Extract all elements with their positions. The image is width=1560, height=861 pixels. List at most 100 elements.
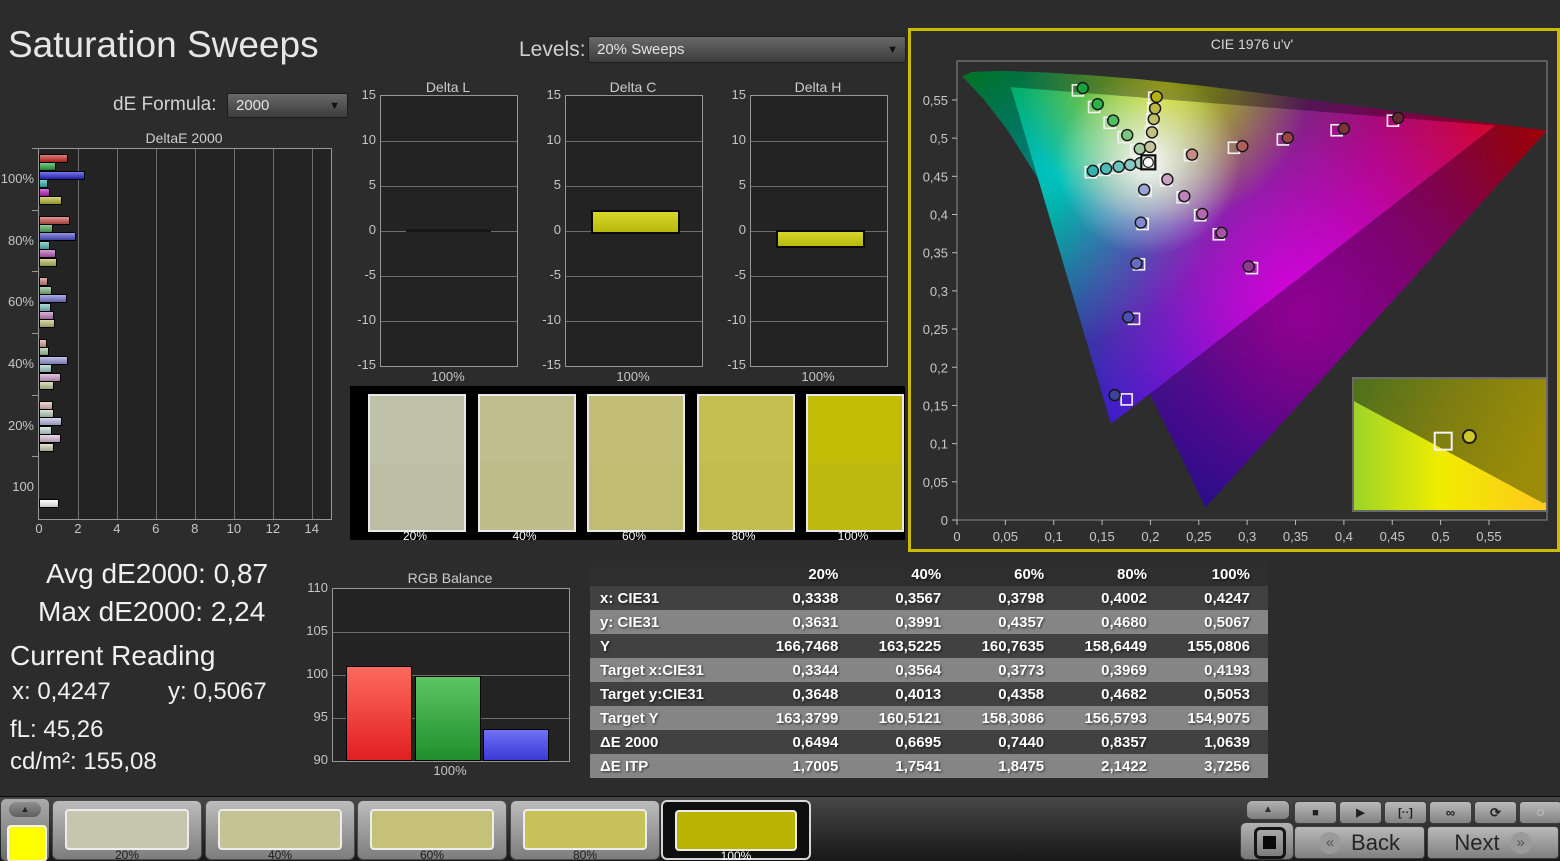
results-table: 20% 40% 60% 80% 100% x: CIE31 0,3338 0,3567 0,37… xyxy=(590,562,1268,778)
x-tick-label: 0,5 xyxy=(1432,529,1450,544)
patch-button-100[interactable]: 100% xyxy=(661,800,811,861)
target-swatch xyxy=(698,463,793,530)
table-cell: 155,0806 xyxy=(1165,634,1268,658)
levels-dropdown[interactable]: 20% Sweeps ▼ xyxy=(588,36,906,63)
swatch-strip: Actual Target 20%40%60%80%100% xyxy=(350,386,905,543)
fl-value: fL: 45,26 xyxy=(10,716,104,743)
target-swatch xyxy=(370,463,464,530)
gridline xyxy=(77,149,79,519)
refresh-button[interactable]: ⟳ xyxy=(1474,801,1517,824)
de-formula-dropdown[interactable]: 2000 ▼ xyxy=(227,93,348,118)
cie-measured-marker-red xyxy=(1236,139,1249,153)
table-cell: 0,4357 xyxy=(959,610,1063,634)
deltae-bar xyxy=(39,442,54,452)
next-button[interactable]: Next » xyxy=(1427,826,1559,859)
table-cell: 0,6494 xyxy=(753,730,857,754)
rgb-balance-title: RGB Balance xyxy=(407,570,493,586)
table-cell: 0,4358 xyxy=(959,682,1063,706)
patch-button-40[interactable]: 40% xyxy=(205,800,355,861)
table-row: x: CIE31 0,3338 0,3567 0,3798 0,4002 0,4247 xyxy=(590,586,1268,610)
gridline xyxy=(333,632,569,633)
stop-button[interactable]: ■ xyxy=(1294,801,1337,824)
expand-up-icon[interactable]: ▲ xyxy=(9,802,41,817)
x-axis-label: 100% xyxy=(616,369,650,384)
swatch-pair xyxy=(368,394,466,532)
loop-button[interactable]: ∞ xyxy=(1429,801,1472,824)
column-header: 60% xyxy=(959,562,1063,586)
y-tick-label: -10 xyxy=(357,312,376,327)
cie-measured-marker-yellow xyxy=(1148,102,1162,115)
delta-chart-title: Delta L xyxy=(425,79,471,95)
gridline xyxy=(233,149,235,519)
indicator-button[interactable]: ○ xyxy=(1519,801,1560,824)
x-tick-label: 0,35 xyxy=(1283,529,1308,544)
pattern-icon: [··] xyxy=(1398,806,1413,819)
cie-measured-marker-red xyxy=(1337,122,1351,135)
delta-bar xyxy=(775,230,865,249)
back-button[interactable]: « Back xyxy=(1294,826,1425,859)
x-tick-label: 2 xyxy=(74,521,82,536)
patch-label: 60% xyxy=(419,848,445,861)
y-tick xyxy=(32,271,38,273)
sample-swatch[interactable] xyxy=(7,825,47,861)
y-tick-label: 0,2 xyxy=(930,360,948,375)
actual-swatch xyxy=(370,396,464,463)
pattern-window-button[interactable] xyxy=(1240,822,1294,860)
y-tick-label: -15 xyxy=(542,357,561,372)
patch-button-20[interactable]: 20% xyxy=(52,800,202,861)
y-tick-label: 0,1 xyxy=(930,437,948,452)
y-tick-label: 15 xyxy=(731,87,746,102)
play-button[interactable]: ▶ xyxy=(1339,801,1382,824)
cie-measured-marker-red xyxy=(1281,131,1294,144)
pattern-button[interactable]: [··] xyxy=(1384,801,1427,824)
y-tick-label: 5 xyxy=(553,177,561,192)
table-cell: 0,4247 xyxy=(1165,586,1268,610)
patch-swatch xyxy=(218,809,342,850)
group-label: 20% xyxy=(7,417,34,433)
cie-inset-zoom xyxy=(1352,377,1548,512)
row-label: Y xyxy=(590,634,754,658)
x-tick-label: 4 xyxy=(113,521,121,536)
cie-measured-marker-blue xyxy=(1108,388,1121,402)
table-cell: 0,8357 xyxy=(1062,730,1166,754)
deltae-bar xyxy=(39,196,62,205)
y-tick xyxy=(32,394,38,396)
y-tick-label: 0,45 xyxy=(923,169,948,184)
deltae-bar xyxy=(39,381,55,390)
deltae-bar xyxy=(39,319,56,329)
loop-icon: ∞ xyxy=(1445,805,1456,820)
table-row: y: CIE31 0,3631 0,3991 0,4357 0,4680 0,5067 xyxy=(590,610,1268,634)
table-cell: 0,4193 xyxy=(1165,658,1268,682)
table-cell: 1,7005 xyxy=(753,754,857,778)
table-cell: 0,3648 xyxy=(753,682,857,706)
group-label: 100% xyxy=(0,170,34,186)
cie-measured-marker-yellow xyxy=(1147,112,1160,126)
cie-measured-marker-yellow xyxy=(1143,140,1157,154)
gridline xyxy=(381,186,517,187)
gridline xyxy=(311,149,313,519)
column-header: 80% xyxy=(1062,562,1166,586)
cie-measured-marker-cyan xyxy=(1099,162,1113,175)
table-cell: 3,7256 xyxy=(1165,754,1268,778)
x-axis-label: 100% xyxy=(433,763,467,778)
patch-button-80[interactable]: 80% xyxy=(510,800,660,861)
y-tick-label: 5 xyxy=(368,177,376,192)
gridline xyxy=(194,149,196,519)
table-row: Target Y 163,3799 160,5121 158,3086 156,5793… xyxy=(590,706,1268,730)
y-tick-label: 0,55 xyxy=(923,93,948,108)
transport-expand-up-icon[interactable]: ▲ xyxy=(1246,800,1290,820)
y-tick-label: -10 xyxy=(727,312,746,327)
delta-chart-title: Delta H xyxy=(794,79,842,95)
table-cell: 154,9075 xyxy=(1165,706,1268,730)
cie-1976-uv-diagram: 0 0,05 0,1 0,15 0,2 0,25 0,3 0,35 0,4 0,45 0,5 0,55… xyxy=(923,36,1548,544)
patch-swatch xyxy=(65,809,189,850)
row-label: y: CIE31 xyxy=(590,610,754,634)
gridline xyxy=(381,141,517,142)
table-cell: 0,3773 xyxy=(959,658,1063,682)
cie-measured-marker-magenta xyxy=(1215,226,1228,240)
cie-measured-marker-blue xyxy=(1130,257,1143,270)
y-tick-label: 0,3 xyxy=(930,284,948,299)
pattern-window-icon xyxy=(1254,827,1286,859)
x-tick-label: 0,15 xyxy=(1089,529,1114,544)
patch-button-60[interactable]: 60% xyxy=(357,800,507,861)
